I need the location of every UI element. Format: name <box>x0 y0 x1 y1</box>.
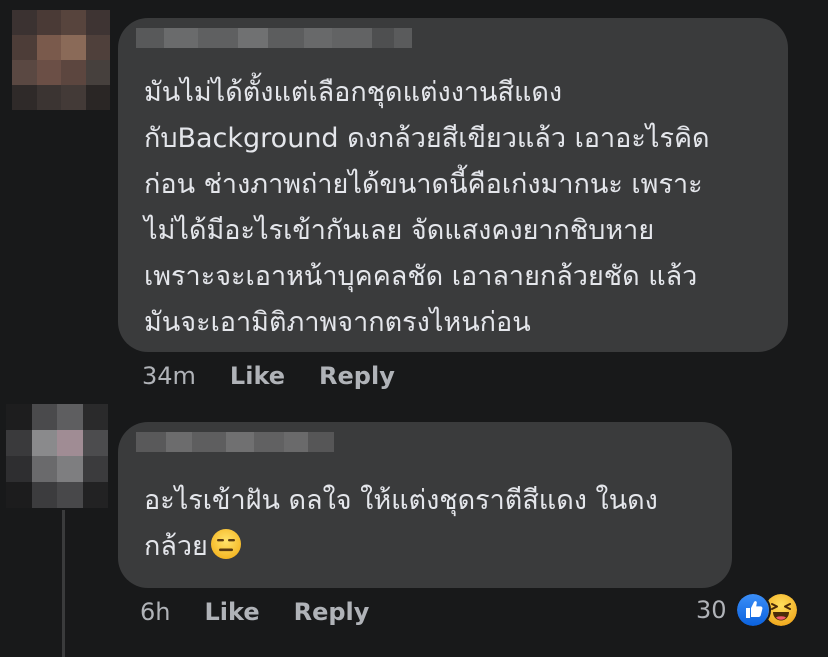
expressionless-face-icon <box>210 529 241 559</box>
like-button[interactable]: Like <box>204 598 259 626</box>
comment-thread: มันไม่ได้ตั้งแต่เลือกชุดแต่งงานสีแดง กับ… <box>0 0 828 657</box>
comment-actions: 6h Like Reply <box>140 598 403 626</box>
comment-bubble: มันไม่ได้ตั้งแต่เลือกชุดแต่งงานสีแดง กับ… <box>118 18 788 352</box>
commenter-avatar[interactable] <box>12 10 110 110</box>
comment-text-line: มันไม่ได้ตั้งแต่เลือกชุดแต่งงานสีแดง <box>144 77 563 108</box>
author-name-blurred[interactable] <box>136 432 334 452</box>
author-name-blurred[interactable] <box>136 28 412 48</box>
comment-text: อะไรเข้าฝัน ดลใจ ให้แต่งชุดราตีสีแดง ในด… <box>144 478 658 570</box>
comment-timestamp[interactable]: 6h <box>140 598 170 626</box>
like-button[interactable]: Like <box>230 362 285 390</box>
reaction-summary[interactable]: 30 <box>696 592 799 628</box>
like-reaction-icon <box>734 592 771 628</box>
comment-text-line: เพราะจะเอาหน้าบุคคลชัด เอาลายกล้วยชัด แล… <box>144 261 698 292</box>
reply-button[interactable]: Reply <box>319 362 395 390</box>
comment-bubble: อะไรเข้าฝัน ดลใจ ให้แต่งชุดราตีสีแดง ในด… <box>118 422 732 588</box>
comment-timestamp[interactable]: 34m <box>142 362 196 390</box>
comment-text-line: ก่อน ช่างภาพถ่ายได้ขนาดนี้คือเก่งมากนะ เ… <box>144 169 703 200</box>
comment-text-line-with-emoji: กล้วย <box>144 524 658 570</box>
comment-actions: 34m Like Reply <box>142 362 429 390</box>
reply-thread-line <box>62 510 65 657</box>
comment-text-line: ไม่ได้มีอะไรเข้ากันเลย จัดแสงคงยากชิบหาย <box>144 215 655 246</box>
comment-text-fragment: กล้วย <box>144 531 208 562</box>
comment-text: มันไม่ได้ตั้งแต่เลือกชุดแต่งงานสีแดง กับ… <box>144 70 710 346</box>
comment-text-line: มันจะเอามิติภาพจากตรงไหนก่อน <box>144 307 531 338</box>
comment-text-line: อะไรเข้าฝัน ดลใจ ให้แต่งชุดราตีสีแดง ในด… <box>144 485 658 516</box>
comment-text-line: กับBackground ดงกล้วยสีเขียวแล้ว เอาอะไร… <box>144 123 710 154</box>
commenter-avatar[interactable] <box>6 404 108 508</box>
reply-button[interactable]: Reply <box>294 598 370 626</box>
reaction-count: 30 <box>696 596 727 624</box>
